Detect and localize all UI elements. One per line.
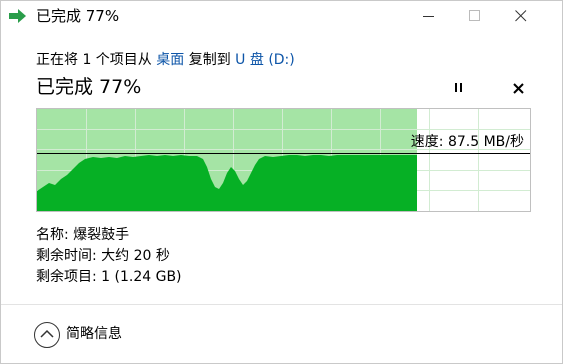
speed-label: 速度: 87.5 MB/秒 xyxy=(410,134,524,150)
destination-link[interactable]: U 盘 (D:) xyxy=(235,52,295,68)
window-title: 已完成 77% xyxy=(36,7,120,25)
footer-divider xyxy=(1,304,562,305)
operation-middle: 复制到 xyxy=(184,52,236,68)
operation-description: 正在将 1 个项目从 桌面 复制到 U 盘 (D:) xyxy=(36,51,295,69)
title-bar[interactable]: 已完成 77% xyxy=(1,1,562,32)
maximize-button[interactable] xyxy=(452,1,498,32)
close-button[interactable] xyxy=(498,1,544,32)
cancel-icon xyxy=(513,83,524,94)
minimize-icon xyxy=(423,16,434,17)
copy-dialog: 已完成 77% 正在将 1 个项目从 桌面 复制到 U 盘 (D:) 已完成 7… xyxy=(0,0,563,364)
copy-arrow-icon xyxy=(9,8,27,24)
chevron-up-icon xyxy=(34,322,60,348)
close-icon xyxy=(515,10,527,22)
maximize-icon xyxy=(469,10,480,21)
operation-prefix: 正在将 1 个项目从 xyxy=(36,52,157,68)
transfer-speed-graph: 速度: 87.5 MB/秒 xyxy=(36,108,531,212)
source-link[interactable]: 桌面 xyxy=(156,52,184,68)
minimize-button[interactable] xyxy=(406,1,452,32)
cancel-button[interactable] xyxy=(510,80,528,98)
file-name: 名称: 爆裂鼓手 xyxy=(36,227,130,243)
progress-status: 已完成 77% xyxy=(36,76,142,98)
pause-button[interactable] xyxy=(448,80,468,98)
items-remaining: 剩余项目: 1 (1.24 GB) xyxy=(36,269,182,285)
less-details-label: 简略信息 xyxy=(66,326,122,342)
time-remaining: 剩余时间: 大约 20 秒 xyxy=(36,248,170,264)
speed-graph-canvas xyxy=(37,109,530,211)
